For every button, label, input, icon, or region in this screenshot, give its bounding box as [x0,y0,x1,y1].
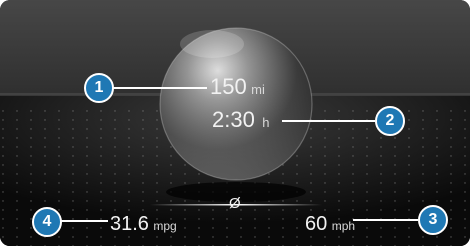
speed-readout: 60 mph [305,214,355,234]
consumption-value: 31.6 [110,213,149,235]
consumption-readout: 31.6 mpg [110,214,177,234]
speed-unit: mph [331,219,356,233]
callout-3: 3 [418,205,448,235]
range-unit: mi [251,82,265,97]
trip-display-screen: 150 mi 2:30 h Ø 31.6 mpg 60 mph 1 2 3 4 [0,0,470,246]
callout-2: 2 [375,106,405,136]
callout-1: 1 [84,73,114,103]
speed-value: 60 [305,213,328,235]
time-unit: h [262,115,270,130]
time-value: 2:30 [212,107,255,132]
callout-4: 4 [32,207,62,237]
range-value: 150 [210,74,247,99]
consumption-unit: mpg [153,219,177,233]
time-readout: 2:30 h [212,109,270,131]
average-symbol: Ø [229,195,241,212]
range-readout: 150 mi [210,76,265,98]
